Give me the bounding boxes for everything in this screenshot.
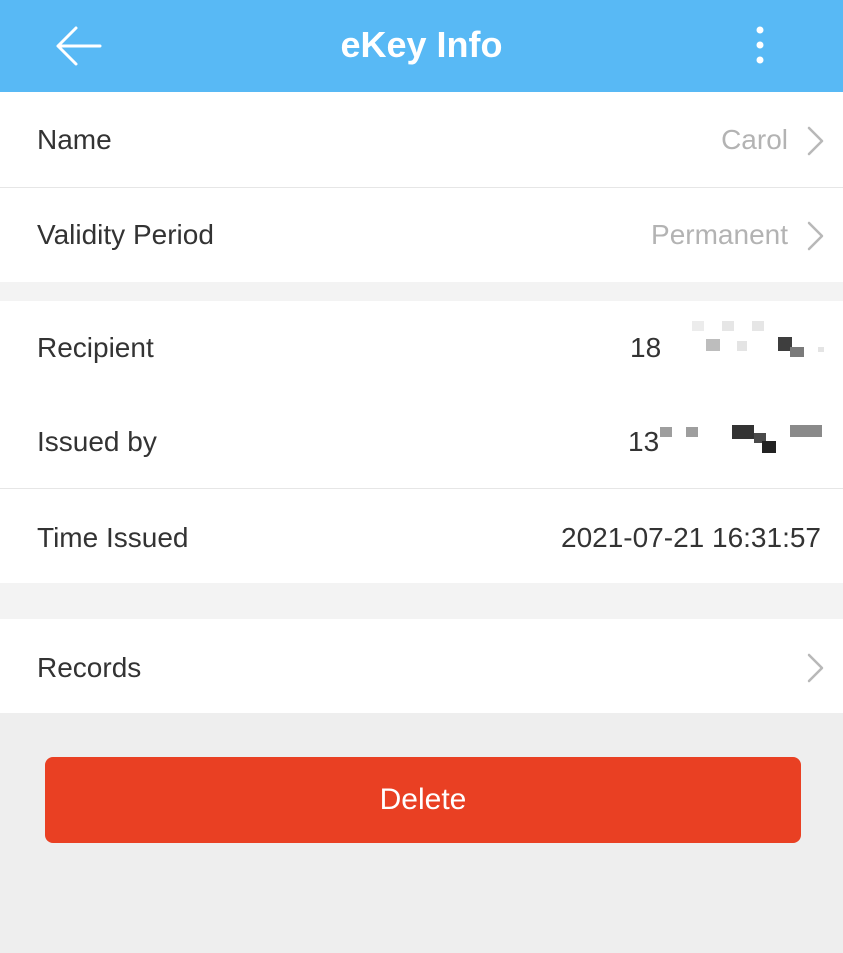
section-gap [0,282,843,301]
time-issued-row: Time Issued 2021-07-21 16:31:57 [0,489,843,583]
recipient-value: 18 [630,332,662,363]
validity-period-label: Validity Period [37,219,214,250]
records-label: Records [37,652,142,683]
delete-button[interactable]: Delete [45,757,801,843]
kebab-menu-icon [756,26,764,64]
time-issued-value: 2021-07-21 16:31:57 [561,522,821,553]
name-value: Carol [721,124,788,155]
chevron-right-icon [807,221,824,251]
time-issued-label: Time Issued [37,522,189,553]
recipient-row: Recipient 18 [0,301,843,395]
issued-by-label: Issued by [37,426,157,457]
name-label: Name [37,124,112,155]
name-row[interactable]: Name Carol [0,92,843,187]
chevron-right-icon [807,653,824,683]
app-header: eKey Info [0,0,843,92]
recipient-label: Recipient [37,332,154,363]
chevron-right-icon [807,126,824,156]
page-title: eKey Info [340,24,503,65]
validity-period-row[interactable]: Validity Period Permanent [0,188,843,282]
records-row[interactable]: Records [0,619,843,713]
section-gap [0,583,843,619]
validity-period-value: Permanent [651,219,788,250]
issued-by-row: Issued by 13 [0,395,843,488]
more-options-button[interactable] [742,20,778,70]
issued-by-value: 13 [628,426,660,457]
